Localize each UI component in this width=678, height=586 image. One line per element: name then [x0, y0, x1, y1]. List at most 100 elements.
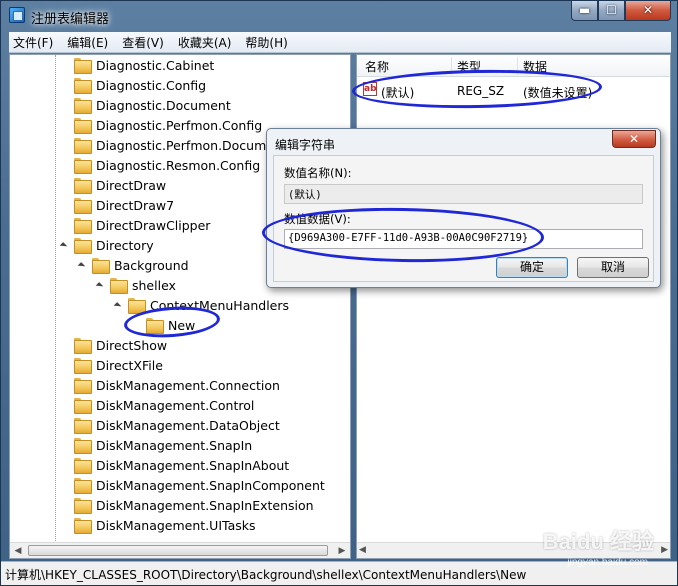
tree-item-label: DiskManagement.SnapInComponent: [96, 477, 325, 493]
folder-icon: [110, 278, 128, 294]
tree-item[interactable]: Diagnostic.Config: [60, 75, 206, 95]
tree-item-label: DiskManagement.Control: [96, 397, 255, 413]
edit-string-dialog: 编辑字符串 ✕ 数值名称(N): (默认) 数值数据(V): {D969A300…: [266, 128, 661, 288]
tree-item-label: Diagnostic.Perfmon.Config: [96, 117, 263, 133]
tree-item[interactable]: DirectDraw7: [60, 195, 174, 215]
folder-icon: [74, 178, 92, 194]
tree-item-label: Diagnostic.Perfmon.Document: [96, 137, 287, 153]
collapsed-arrow-icon[interactable]: [60, 440, 70, 450]
tree-item[interactable]: DiskManagement.UITasks: [60, 515, 256, 535]
collapsed-arrow-icon[interactable]: [60, 520, 70, 530]
collapsed-arrow-icon[interactable]: [60, 220, 70, 230]
scroll-right-icon[interactable]: ▶: [336, 545, 348, 557]
tree-item-label: Diagnostic.Config: [96, 77, 207, 93]
folder-icon: [74, 238, 92, 254]
folder-icon: [74, 378, 92, 394]
tree-item-label: DiskManagement.UITasks: [96, 517, 256, 533]
tree-item[interactable]: Diagnostic.Resmon.Config: [60, 155, 260, 175]
tree-item-label: DiskManagement.SnapInAbout: [96, 457, 290, 473]
dialog-close-button[interactable]: ✕: [612, 130, 656, 148]
value-name-label: 数值名称(N):: [284, 166, 352, 180]
baidu-watermark: Baidu 经验: [542, 529, 654, 554]
menu-favorites[interactable]: 收藏夹(A): [178, 34, 232, 51]
minimize-button[interactable]: ▬: [571, 1, 598, 21]
collapsed-arrow-icon[interactable]: [60, 480, 70, 490]
regedit-app-icon: [9, 7, 25, 23]
folder-icon: [74, 218, 92, 234]
menu-edit[interactable]: 编辑(E): [67, 34, 108, 51]
collapsed-arrow-icon[interactable]: [60, 160, 70, 170]
collapsed-arrow-icon[interactable]: [60, 100, 70, 110]
maximize-button[interactable]: ☐: [598, 1, 625, 21]
tree-item[interactable]: Diagnostic.Perfmon.Config: [60, 115, 262, 135]
collapsed-arrow-icon[interactable]: [60, 400, 70, 410]
menu-bar: 文件(F) 编辑(E) 查看(V) 收藏夹(A) 帮助(H): [9, 32, 671, 53]
tree-item[interactable]: Background: [78, 255, 189, 275]
scroll-right-icon[interactable]: ▶: [661, 545, 668, 555]
window-title: 注册表编辑器: [31, 12, 110, 27]
menu-file[interactable]: 文件(F): [13, 34, 53, 51]
tree-item[interactable]: Diagnostic.Document: [60, 95, 231, 115]
tree-item[interactable]: DirectDraw: [60, 175, 166, 195]
collapsed-arrow-icon[interactable]: [60, 60, 70, 70]
cancel-button[interactable]: 取消: [577, 257, 649, 278]
title-bar[interactable]: 注册表编辑器 ▬ ☐ ✕: [1, 1, 677, 31]
folder-icon: [74, 358, 92, 374]
folder-icon: [74, 398, 92, 414]
expanded-arrow-icon[interactable]: [78, 260, 88, 270]
collapsed-arrow-icon[interactable]: [60, 500, 70, 510]
value-name-field: (默认): [284, 184, 643, 204]
collapsed-arrow-icon[interactable]: [60, 140, 70, 150]
folder-icon: [74, 98, 92, 114]
folder-icon: [74, 518, 92, 534]
collapsed-arrow-icon[interactable]: [60, 80, 70, 90]
tree-item[interactable]: DirectXFile: [60, 355, 163, 375]
folder-icon: [74, 478, 92, 494]
collapsed-arrow-icon[interactable]: [60, 420, 70, 430]
collapsed-arrow-icon[interactable]: [60, 340, 70, 350]
tree-horizontal-scrollbar[interactable]: ◀ ▶: [10, 542, 350, 558]
tree-item[interactable]: shellex: [96, 275, 176, 295]
tree-item[interactable]: DiskManagement.Connection: [60, 375, 280, 395]
tree-item[interactable]: Diagnostic.Perfmon.Document: [60, 135, 287, 155]
tree-item[interactable]: DiskManagement.SnapInAbout: [60, 455, 289, 475]
tree-item[interactable]: DiskManagement.SnapInComponent: [60, 475, 325, 495]
tree-item-label: DirectShow: [96, 337, 168, 353]
expanded-arrow-icon[interactable]: [114, 300, 124, 310]
menu-help[interactable]: 帮助(H): [245, 34, 287, 51]
tree-scroll-thumb[interactable]: [28, 545, 328, 556]
collapsed-arrow-icon[interactable]: [60, 120, 70, 130]
tree-item-label: Diagnostic.Resmon.Config: [96, 157, 261, 173]
tree-item-label: DirectDrawClipper: [96, 217, 211, 233]
collapsed-arrow-icon[interactable]: [60, 180, 70, 190]
folder-icon: [74, 78, 92, 94]
tree-item[interactable]: DiskManagement.Control: [60, 395, 254, 415]
ok-button[interactable]: 确定: [496, 257, 568, 278]
tree-item[interactable]: Directory: [60, 235, 154, 255]
tree-item-label: DirectDraw: [96, 177, 167, 193]
scroll-left-icon[interactable]: ◀: [359, 545, 366, 555]
tree-item[interactable]: DiskManagement.DataObject: [60, 415, 280, 435]
collapsed-arrow-icon[interactable]: [60, 460, 70, 470]
tree-item-label: shellex: [132, 277, 176, 293]
tree-item-label: Directory: [96, 237, 154, 253]
no-expander: [60, 380, 70, 390]
collapsed-arrow-icon[interactable]: [60, 200, 70, 210]
tree-item[interactable]: DiskManagement.SnapIn: [60, 435, 252, 455]
collapsed-arrow-icon[interactable]: [60, 360, 70, 370]
column-header-name[interactable]: 名称: [365, 58, 389, 75]
tree-item[interactable]: DirectShow: [60, 335, 167, 355]
folder-icon: [74, 58, 92, 74]
tree-item[interactable]: DiskManagement.SnapInExtension: [60, 495, 314, 515]
expanded-arrow-icon[interactable]: [96, 280, 106, 290]
close-button[interactable]: ✕: [625, 1, 671, 21]
scroll-left-icon[interactable]: ◀: [12, 545, 24, 557]
expanded-arrow-icon[interactable]: [60, 240, 70, 250]
tree-item[interactable]: Diagnostic.Cabinet: [60, 55, 214, 75]
caption-buttons: ▬ ☐ ✕: [571, 1, 671, 21]
menu-view[interactable]: 查看(V): [122, 34, 164, 51]
tree-item[interactable]: DirectDrawClipper: [60, 215, 210, 235]
tree-item-label: DiskManagement.SnapIn: [96, 437, 253, 453]
dialog-title: 编辑字符串: [275, 138, 336, 152]
folder-icon: [74, 118, 92, 134]
